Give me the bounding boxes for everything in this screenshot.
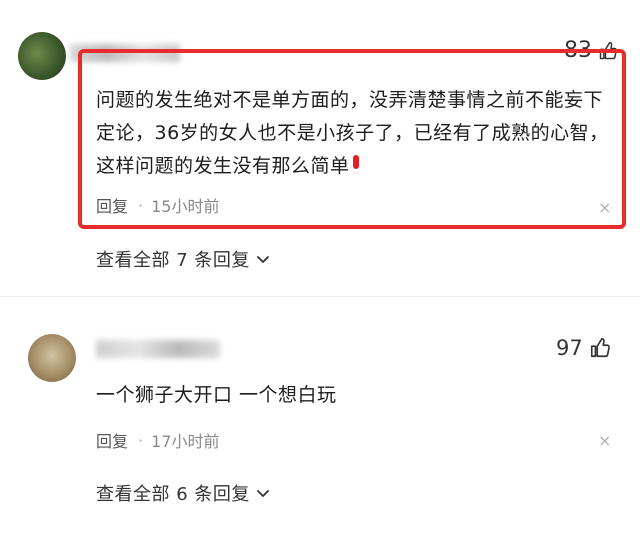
- comment-meta: 回复 · 17小时前: [96, 428, 219, 452]
- divider: [0, 296, 640, 297]
- comment-text: 一个狮子大开口 一个想白玩: [96, 384, 337, 406]
- view-all-replies-label: 查看全部 7 条回复: [96, 250, 250, 271]
- meta-separator: ·: [138, 195, 144, 215]
- username-redacted: [96, 340, 220, 358]
- close-icon[interactable]: ×: [598, 198, 611, 217]
- meta-separator: ·: [138, 430, 144, 450]
- avatar[interactable]: [18, 32, 66, 80]
- timestamp: 17小时前: [151, 432, 220, 451]
- chevron-down-icon: [257, 256, 269, 263]
- timestamp: 15小时前: [151, 197, 220, 216]
- comment-text: 问题的发生绝对不是单方面的，没弄清楚事情之前不能妄下定论，36岁的女人也不是小孩…: [96, 89, 609, 177]
- like-count: 97: [556, 336, 583, 360]
- comment-meta: 回复 · 15小时前: [96, 193, 219, 217]
- reply-button[interactable]: 回复: [96, 428, 128, 452]
- like-button[interactable]: 97: [556, 336, 611, 360]
- view-all-replies-button[interactable]: 查看全部 6 条回复: [96, 480, 270, 506]
- avatar[interactable]: [28, 334, 76, 382]
- red-exclamation-emoji: [352, 155, 359, 174]
- thumbs-up-icon: [590, 338, 610, 358]
- close-icon[interactable]: ×: [598, 431, 611, 450]
- chevron-down-icon: [257, 490, 269, 497]
- view-all-replies-button[interactable]: 查看全部 7 条回复: [96, 246, 270, 272]
- view-all-replies-label: 查看全部 6 条回复: [96, 484, 250, 505]
- reply-button[interactable]: 回复: [96, 193, 128, 217]
